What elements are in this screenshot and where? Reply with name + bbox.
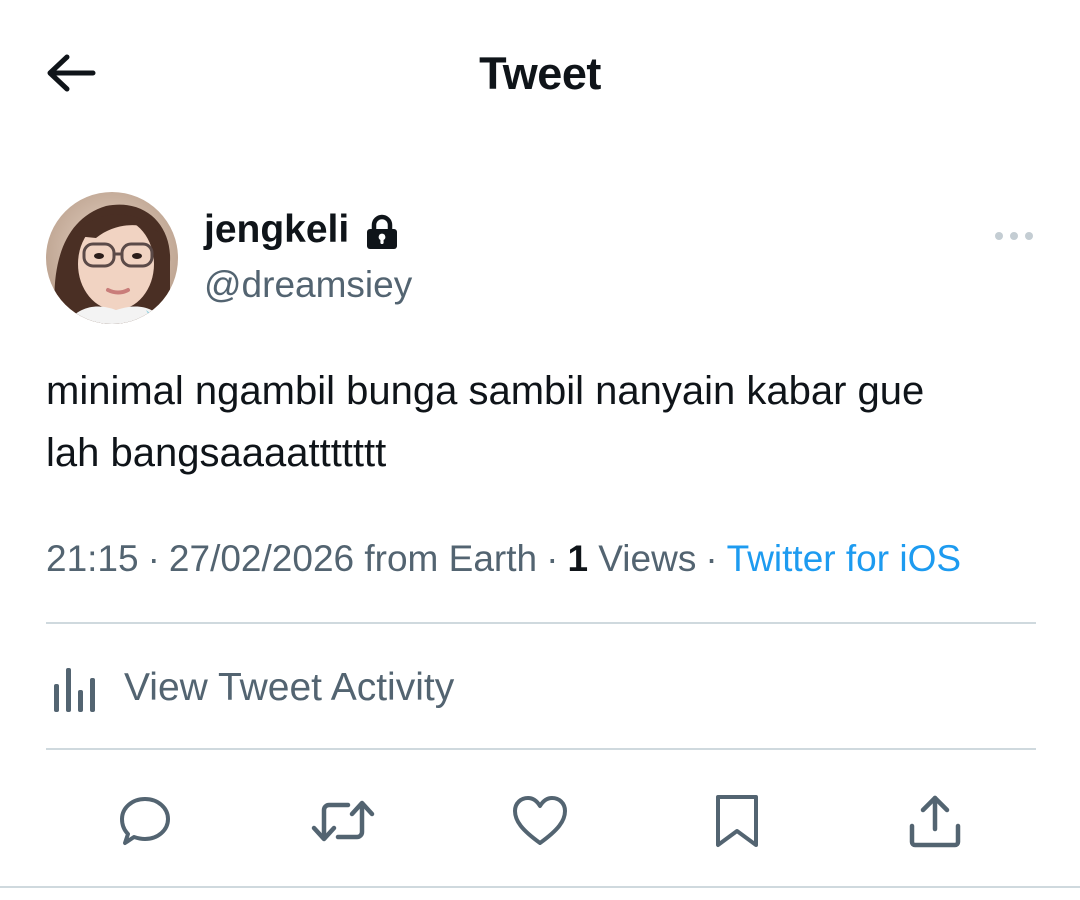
analytics-icon	[46, 659, 104, 717]
display-name[interactable]: jengkeli	[204, 208, 349, 252]
bottom-divider	[0, 886, 1080, 888]
more-options-button[interactable]	[992, 224, 1036, 248]
retweet-icon	[311, 800, 375, 842]
views-count: 1	[567, 538, 589, 579]
divider	[46, 748, 1036, 750]
divider	[46, 622, 1036, 624]
separator: ·	[147, 538, 160, 579]
share-icon	[909, 795, 961, 848]
separator: ·	[546, 538, 559, 579]
view-tweet-activity-button[interactable]: View Tweet Activity	[46, 656, 454, 720]
like-button[interactable]	[505, 786, 575, 856]
tweet-time[interactable]: 21:15	[46, 538, 139, 579]
bookmark-icon	[716, 795, 758, 847]
tweet-text-line: lah bangsaaaattttttt	[46, 431, 387, 475]
page-title: Tweet	[479, 48, 601, 99]
avatar[interactable]	[46, 192, 178, 324]
tweet-text-line: minimal ngambil bunga sambil nanyain kab…	[46, 369, 925, 413]
views-label: Views	[598, 538, 697, 579]
tweet-metadata: 21:15 · 27/02/2026 from Earth · 1 Views · Twit…	[46, 538, 1046, 580]
top-bar: Tweet	[0, 0, 1080, 150]
source-link[interactable]: Twitter for iOS	[727, 538, 961, 579]
separator: ·	[705, 538, 718, 579]
share-button[interactable]	[900, 786, 970, 856]
tweet-date[interactable]: 27/02/2026 from Earth	[169, 538, 537, 579]
activity-label: View Tweet Activity	[124, 666, 455, 709]
avatar-photo	[46, 192, 178, 324]
user-handle[interactable]: @dreamsiey	[204, 264, 412, 306]
like-icon	[513, 796, 567, 845]
bookmark-button[interactable]	[702, 786, 772, 856]
lock-icon	[363, 213, 401, 251]
tweet-author: jengkeli @dreamsiey	[46, 192, 1036, 326]
display-name-row: jengkeli	[204, 208, 401, 252]
retweet-button[interactable]	[308, 786, 378, 856]
tweet-text: minimal ngambil bunga sambil nanyain kab…	[46, 360, 1036, 484]
reply-button[interactable]	[110, 786, 180, 856]
tweet-actions	[0, 786, 1080, 856]
reply-icon	[120, 797, 170, 845]
more-horizontal-icon	[995, 232, 1033, 240]
